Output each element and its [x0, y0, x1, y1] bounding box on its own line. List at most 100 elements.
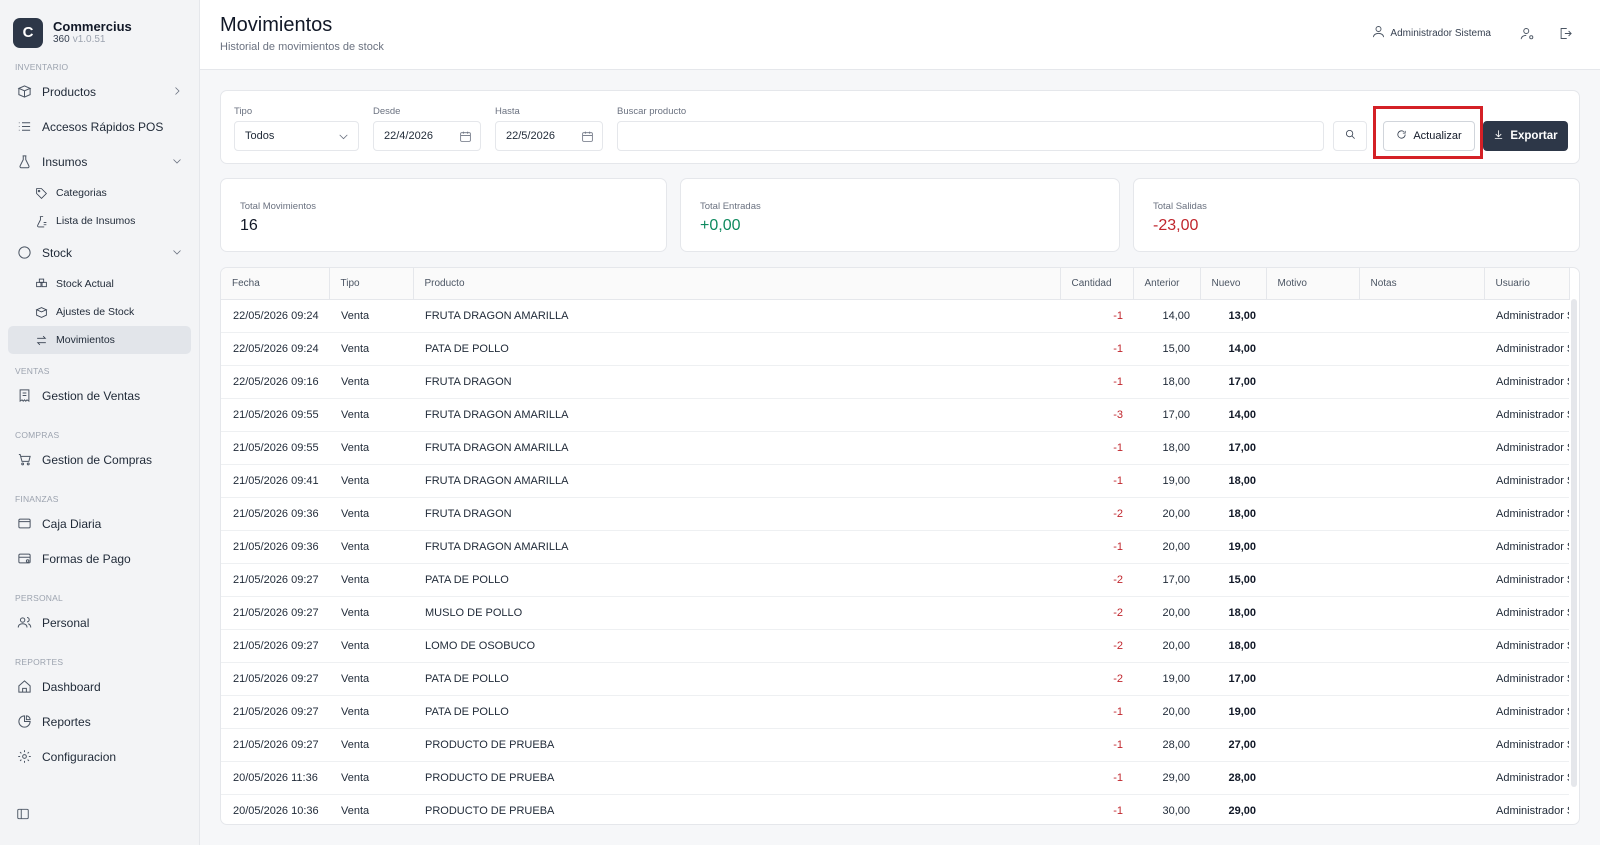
sidebar-item-ajustes-stock[interactable]: Ajustes de Stock [8, 298, 191, 326]
cell-nuevo: 29,00 [1200, 794, 1266, 824]
refresh-icon [1396, 129, 1413, 143]
table-row[interactable]: 21/05/2026 09:27 Venta PATA DE POLLO -1 20,0… [221, 695, 1569, 729]
col-header-nuevo[interactable]: Nuevo [1200, 268, 1267, 300]
cell-nuevo: 19,00 [1200, 530, 1266, 564]
cell-usuario: Administrador Sistema [1484, 629, 1569, 663]
table-row[interactable]: 21/05/2026 09:55 Venta FRUTA DRAGON AMARIL… [221, 431, 1569, 465]
cell-nuevo: 18,00 [1200, 464, 1266, 498]
table-row[interactable]: 21/05/2026 09:55 Venta FRUTA DRAGON AMARIL… [221, 398, 1569, 432]
search-button[interactable] [1333, 121, 1367, 151]
cell-producto: PATA DE POLLO [413, 695, 1060, 729]
tipo-select[interactable]: Todos [234, 121, 359, 151]
sidebar-item-lista-insumos[interactable]: Lista de Insumos [8, 207, 191, 235]
stat-card-total-movimientos: Total Movimientos 16 [220, 178, 667, 252]
col-header-usuario[interactable]: Usuario [1484, 268, 1570, 300]
cell-fecha: 21/05/2026 09:27 [221, 695, 329, 729]
table-row[interactable]: 20/05/2026 11:36 Venta PRODUCTO DE PRUEBA -… [221, 761, 1569, 795]
cell-fecha: 21/05/2026 09:36 [221, 530, 329, 564]
hasta-value: 22/5/2026 [506, 130, 555, 142]
table-row[interactable]: 22/05/2026 09:16 Venta FRUTA DRAGON -1 18,00… [221, 365, 1569, 399]
table-row[interactable]: 20/05/2026 10:36 Venta PRODUCTO DE PRUEBA -… [221, 794, 1569, 824]
sidebar-item-movimientos[interactable]: Movimientos [8, 326, 191, 354]
table-row[interactable]: 21/05/2026 09:36 Venta FRUTA DRAGON -2 20,00… [221, 497, 1569, 531]
cell-fecha: 21/05/2026 09:27 [221, 563, 329, 597]
table-row[interactable]: 21/05/2026 09:27 Venta PRODUCTO DE PRUEBA -… [221, 728, 1569, 762]
cell-producto: PATA DE POLLO [413, 662, 1060, 696]
cell-nuevo: 14,00 [1200, 332, 1266, 366]
cell-tipo: Venta [329, 629, 413, 663]
user-name[interactable]: Administrador Sistema [1390, 28, 1491, 39]
package-edit-icon [34, 305, 48, 319]
sidebar-item-productos[interactable]: Productos [0, 74, 199, 109]
cell-motivo [1266, 761, 1359, 795]
col-header-motivo[interactable]: Motivo [1266, 268, 1360, 300]
cell-fecha: 21/05/2026 09:41 [221, 464, 329, 498]
cell-usuario: Administrador Sistema [1484, 728, 1569, 762]
sidebar-item-personal[interactable]: Personal [0, 605, 199, 640]
cell-cantidad: -2 [1060, 662, 1133, 696]
desde-date-input[interactable]: 22/4/2026 [373, 121, 481, 151]
cell-notas [1359, 332, 1484, 366]
table-row[interactable]: 21/05/2026 09:27 Venta PATA DE POLLO -2 17,0… [221, 563, 1569, 597]
sidebar-item-label: Stock [42, 245, 73, 260]
table-row[interactable]: 22/05/2026 09:24 Venta FRUTA DRAGON AMARIL… [221, 299, 1569, 333]
sidebar-item-insumos[interactable]: Insumos [0, 144, 199, 179]
cell-tipo: Venta [329, 728, 413, 762]
logout-icon[interactable] [1557, 25, 1573, 41]
refresh-button[interactable]: Actualizar [1383, 121, 1475, 151]
sidebar-toggle-icon[interactable] [16, 807, 32, 823]
col-header-tipo[interactable]: Tipo [329, 268, 414, 300]
col-header-cantidad[interactable]: Cantidad [1060, 268, 1134, 300]
export-button[interactable]: Exportar [1483, 121, 1568, 151]
table-row[interactable]: 21/05/2026 09:27 Venta PATA DE POLLO -2 19,0… [221, 662, 1569, 696]
tag-icon [34, 186, 48, 200]
sidebar-item-categorias[interactable]: Categorias [8, 179, 191, 207]
cell-motivo [1266, 530, 1359, 564]
cell-tipo: Venta [329, 662, 413, 696]
cell-tipo: Venta [329, 299, 413, 333]
col-header-anterior[interactable]: Anterior [1133, 268, 1201, 300]
col-header-notas[interactable]: Notas [1359, 268, 1485, 300]
cell-cantidad: -1 [1060, 464, 1133, 498]
cell-tipo: Venta [329, 530, 413, 564]
section-label-compras: COMPRAS [15, 430, 60, 440]
hasta-date-input[interactable]: 22/5/2026 [495, 121, 603, 151]
table-row[interactable]: 22/05/2026 09:24 Venta PATA DE POLLO -1 15,0… [221, 332, 1569, 366]
cell-producto: FRUTA DRAGON AMARILLA [413, 464, 1060, 498]
brand[interactable]: C Commercius 360 v1.0.51 [0, 0, 199, 60]
sidebar-item-formas-pago[interactable]: Formas de Pago [0, 541, 199, 576]
cell-usuario: Administrador Sistema [1484, 299, 1569, 333]
sidebar-item-stock[interactable]: Stock [0, 235, 199, 270]
cell-tipo: Venta [329, 365, 413, 399]
search-input[interactable] [617, 121, 1324, 151]
calendar-icon[interactable] [581, 130, 594, 143]
table-row[interactable]: 21/05/2026 09:27 Venta MUSLO DE POLLO -2 20,… [221, 596, 1569, 630]
cell-usuario: Administrador Sistema [1484, 662, 1569, 696]
cell-motivo [1266, 365, 1359, 399]
sidebar-item-caja-diaria[interactable]: Caja Diaria [0, 506, 199, 541]
sidebar-item-stock-actual[interactable]: Stock Actual [8, 270, 191, 298]
cell-nuevo: 19,00 [1200, 695, 1266, 729]
desde-label: Desde [373, 106, 401, 117]
sidebar-item-gestion-ventas[interactable]: Gestion de Ventas [0, 378, 199, 413]
sidebar-item-gestion-compras[interactable]: Gestion de Compras [0, 442, 199, 477]
sidebar-item-accesos-rapidos[interactable]: Accesos Rápidos POS [0, 109, 199, 144]
cell-motivo [1266, 662, 1359, 696]
user-settings-icon[interactable] [1519, 25, 1535, 41]
sidebar-item-reportes[interactable]: Reportes [0, 704, 199, 739]
brand-version: v1.0.51 [72, 34, 106, 45]
col-header-fecha[interactable]: Fecha [221, 268, 330, 300]
wallet-icon [16, 516, 32, 532]
cell-cantidad: -2 [1060, 629, 1133, 663]
cell-motivo [1266, 695, 1359, 729]
cell-tipo: Venta [329, 596, 413, 630]
sidebar-item-configuracion[interactable]: Configuracion [0, 739, 199, 774]
table-row[interactable]: 21/05/2026 09:27 Venta LOMO DE OSOBUCO -2 20… [221, 629, 1569, 663]
col-header-producto[interactable]: Producto [413, 268, 1061, 300]
table-row[interactable]: 21/05/2026 09:41 Venta FRUTA DRAGON AMARIL… [221, 464, 1569, 498]
sidebar-item-label: Ajustes de Stock [56, 306, 135, 318]
table-row[interactable]: 21/05/2026 09:36 Venta FRUTA DRAGON AMARIL… [221, 530, 1569, 564]
calendar-icon[interactable] [459, 130, 472, 143]
table-scrollbar[interactable] [1571, 299, 1577, 787]
sidebar-item-dashboard[interactable]: Dashboard [0, 669, 199, 704]
